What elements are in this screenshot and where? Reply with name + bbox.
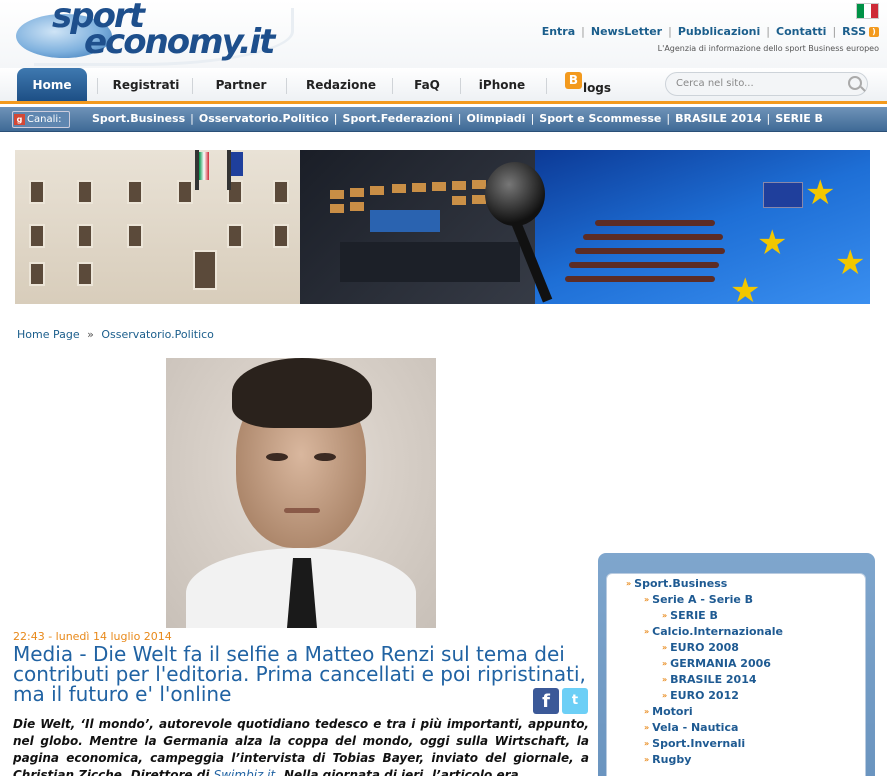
blogger-icon: B — [564, 72, 582, 89]
search-button[interactable] — [848, 76, 866, 94]
sidebar-item[interactable]: » Rugby — [644, 753, 691, 766]
tab-redazione[interactable]: Redazione — [295, 68, 387, 101]
login-link[interactable]: Entra — [542, 25, 575, 38]
sidebar-item-label: GERMANIA 2006 — [670, 657, 771, 670]
sidebar-item-label: EURO 2012 — [670, 689, 739, 702]
newsletter-link[interactable]: NewsLetter — [591, 25, 662, 38]
arrow-icon: » — [662, 691, 668, 700]
sidebar-item[interactable]: » Sport.Invernali — [644, 737, 745, 750]
tab-blogs-label: logs — [582, 80, 612, 95]
swimbiz-link[interactable]: Swimbiz.it — [214, 768, 276, 776]
channels-bar: g Canali: Sport.Business | Osservatorio.P… — [0, 107, 887, 132]
sidebar-item[interactable]: » EURO 2008 — [662, 641, 739, 654]
top-links: Entra | NewsLetter | Pubblicazioni | Con… — [542, 25, 879, 38]
arrow-icon: » — [644, 755, 650, 764]
site-logo[interactable]: sport economy.it — [14, 0, 314, 66]
sidebar-item[interactable]: » GERMANIA 2006 — [662, 657, 771, 670]
search-icon — [848, 76, 862, 90]
banner-palazzo-image — [15, 150, 315, 304]
site-header: sport economy.it Entra | NewsLetter | Pu… — [0, 0, 887, 68]
arrow-icon: » — [644, 627, 650, 636]
tab-home[interactable]: Home — [17, 68, 87, 101]
channels-label: Canali: — [27, 114, 62, 125]
sidebar-item[interactable]: » BRASILE 2014 — [662, 673, 757, 686]
publications-link[interactable]: Pubblicazioni — [678, 25, 760, 38]
italian-flag-icon[interactable] — [856, 3, 879, 19]
sidebar-item-label: Calcio.Internazionale — [652, 625, 784, 638]
channel-sport-federazioni[interactable]: Sport.Federazioni — [343, 112, 453, 125]
breadcrumb: Home Page » Osservatorio.Politico — [17, 328, 214, 341]
sidebar-item[interactable]: » Sport.Business — [626, 577, 727, 590]
contacts-link[interactable]: Contatti — [776, 25, 826, 38]
sidebar-item[interactable]: » Calcio.Internazionale — [644, 625, 783, 638]
rss-icon[interactable]: ) — [869, 26, 879, 37]
arrow-icon: » — [644, 739, 650, 748]
breadcrumb-section[interactable]: Osservatorio.Politico — [101, 328, 214, 341]
sidebar-item[interactable]: » SERIE B — [662, 609, 718, 622]
sidebar-item-label: BRASILE 2014 — [670, 673, 757, 686]
article-photo — [166, 358, 436, 628]
tab-registrati[interactable]: Registrati — [104, 68, 188, 101]
sidebar-item-label: SERIE B — [670, 609, 718, 622]
article-title: Media - Die Welt fa il selfie a Matteo R… — [13, 642, 586, 706]
channel-serie-b[interactable]: SERIE B — [775, 112, 823, 125]
sidebar-item[interactable]: » EURO 2012 — [662, 689, 739, 702]
channel-sport-scommesse[interactable]: Sport e Scommesse — [539, 112, 661, 125]
tab-iphone[interactable]: iPhone — [468, 68, 536, 101]
logo-text-economy: economy.it — [84, 22, 275, 62]
sidebar-item[interactable]: » Serie A - Serie B — [644, 593, 753, 606]
channel-osservatorio-politico[interactable]: Osservatorio.Politico — [199, 112, 329, 125]
tab-partner[interactable]: Partner — [200, 68, 282, 101]
channel-sport-business[interactable]: Sport.Business — [92, 112, 185, 125]
arrow-icon: » — [662, 659, 668, 668]
rss-link[interactable]: RSS — [842, 25, 866, 38]
article-body: Die Welt, ‘Il mondo’, autorevole quotidi… — [13, 716, 589, 776]
arrow-icon: » — [644, 723, 650, 732]
google-icon: g — [14, 114, 25, 125]
twitter-icon[interactable]: t — [562, 688, 588, 714]
header-banner-image: ★ ★ ★ ★ — [15, 150, 870, 304]
sidebar-item-label: Vela - Nautica — [652, 721, 739, 734]
microphone-icon — [485, 162, 545, 226]
arrow-icon: » — [644, 707, 650, 716]
eu-flag-icon — [763, 182, 803, 208]
facebook-icon[interactable]: f — [533, 688, 559, 714]
arrow-icon: » — [644, 595, 650, 604]
sidebar-item[interactable]: » Vela - Nautica — [644, 721, 738, 734]
search-input[interactable]: Cerca nel sito... — [665, 72, 868, 96]
sidebar-item-label: Sport.Business — [634, 577, 728, 590]
arrow-icon: » — [662, 611, 668, 620]
channels-list: Sport.Business | Osservatorio.Politico | S… — [92, 112, 823, 125]
sidebar-item-label: Serie A - Serie B — [652, 593, 754, 606]
arrow-icon: » — [662, 675, 668, 684]
channels-button[interactable]: g Canali: — [12, 111, 70, 128]
sidebar-item-label: Motori — [652, 705, 693, 718]
sidebar-item-label: EURO 2008 — [670, 641, 739, 654]
share-buttons: f t — [533, 688, 588, 714]
channel-brasile-2014[interactable]: BRASILE 2014 — [675, 112, 761, 125]
sidebar-item-label: Rugby — [652, 753, 692, 766]
sidebar-item-label: Sport.Invernali — [652, 737, 746, 750]
banner-parliament-image: ★ ★ ★ ★ — [535, 150, 870, 304]
page: { "site": { "logo_line1": "sport", "logo… — [0, 0, 887, 776]
breadcrumb-home[interactable]: Home Page — [17, 328, 80, 341]
arrow-icon: » — [626, 579, 632, 588]
tab-blogs[interactable]: B logs — [560, 68, 616, 101]
arrow-icon: » — [662, 643, 668, 652]
tab-faq[interactable]: FaQ — [400, 68, 454, 101]
channel-olimpiadi[interactable]: Olimpiadi — [467, 112, 526, 125]
sidebar-item[interactable]: » Motori — [644, 705, 693, 718]
site-tagline: L'Agenzia di informazione dello sport Bu… — [657, 44, 879, 53]
